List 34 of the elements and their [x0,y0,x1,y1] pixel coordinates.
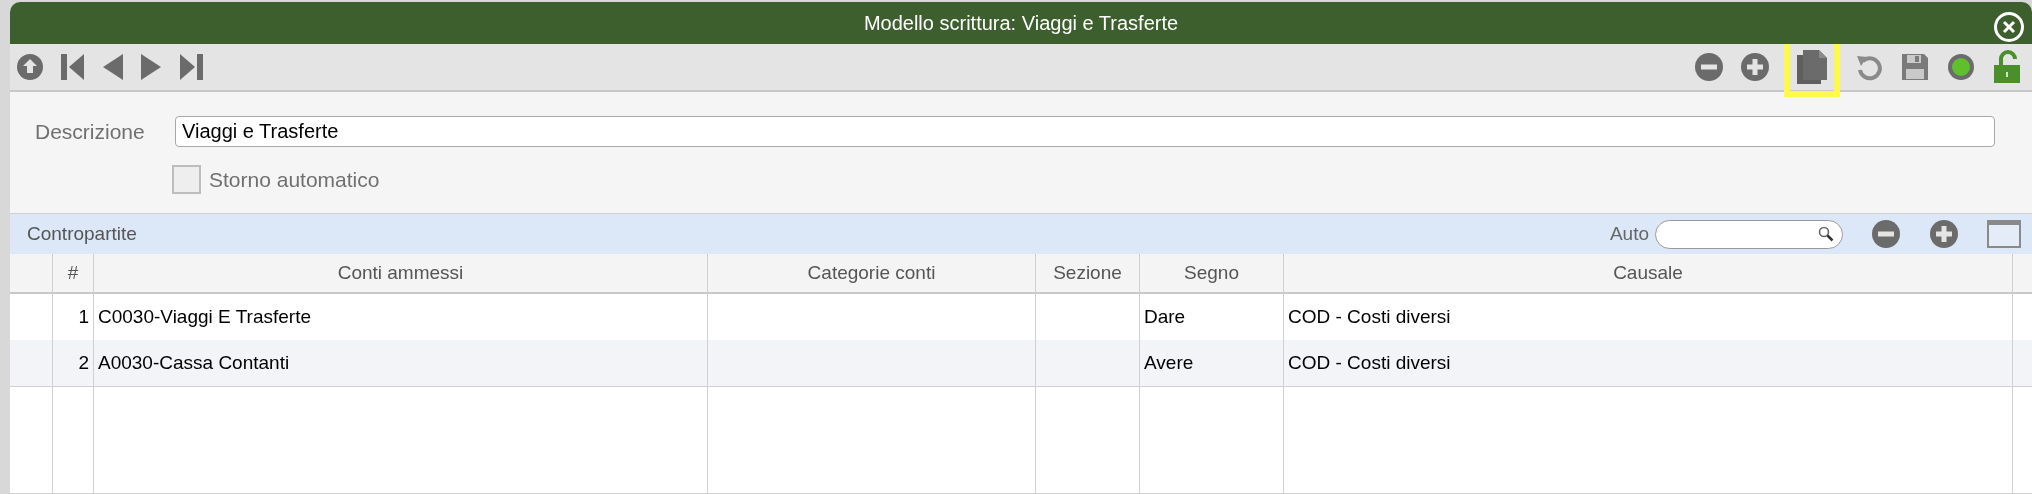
table-cell-text: 2 [78,350,89,375]
column-header: Conti ammessi [94,254,708,292]
copy-icon[interactable] [1795,48,1829,86]
last-record-icon[interactable] [178,53,204,81]
close-icon [2002,20,2016,34]
checkbox[interactable] [172,164,201,194]
table-cell-text: COD - Costi diversi [1288,304,1451,329]
checkbox-label: Storno automatico [209,166,380,193]
column-header: Causale [1284,254,2013,292]
table-cell-text: 1 [78,304,89,329]
next-icon[interactable] [140,53,162,81]
table-row[interactable]: 2 A0030-Cassa Contanti Avere COD - Costi diversi [10,340,2032,386]
search-label: Auto [1609,221,1649,246]
column-header: # [53,254,94,292]
up-circle-icon[interactable] [16,53,44,81]
plus-circle-icon[interactable] [1929,219,1959,249]
table-cell-text: Avere [1144,350,1194,375]
window-title: Modello scrittura: Viaggi e Trasferte [863,11,1179,36]
column-header: Segno [1140,254,1284,292]
field-label: Descrizione [35,119,146,145]
first-record-icon[interactable] [60,53,86,81]
column-header: Categorie conti [708,254,1036,292]
table-cell-text: Dare [1144,304,1186,329]
column-header: Sezione [1036,254,1140,292]
search-icon [1818,226,1834,242]
previous-icon[interactable] [102,53,124,81]
table-cell-text: COD - Costi diversi [1288,350,1451,375]
table-cell-text: C0030-Viaggi E Trasferte [98,304,311,329]
table-cell-text: A0030-Cassa Contanti [98,350,290,375]
description-field[interactable]: Viaggi e Trasferte [175,116,1995,148]
window-layout-icon[interactable] [1987,220,2021,248]
search-field[interactable] [1655,219,1843,249]
section-title: Contropartite [27,221,137,246]
minus-circle-icon[interactable] [1871,219,1901,249]
